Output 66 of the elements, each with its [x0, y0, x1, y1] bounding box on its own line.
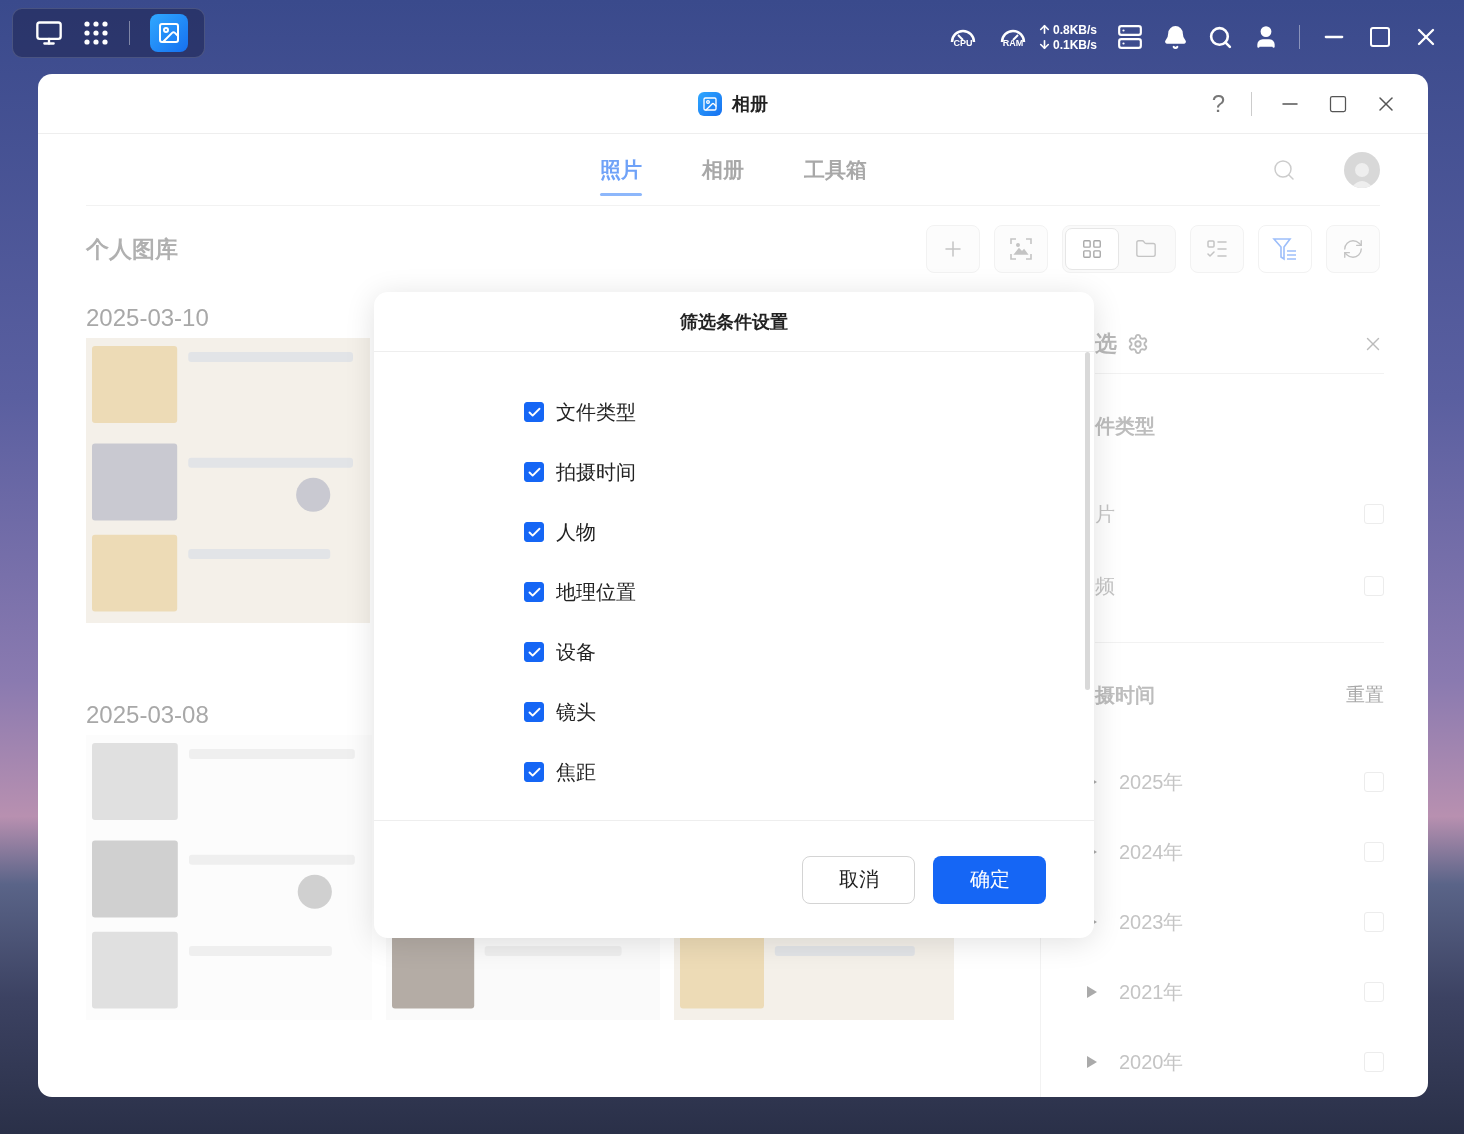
library-title: 个人图库	[86, 234, 178, 264]
date-heading: 2025-03-08	[86, 700, 209, 730]
option-label: 地理位置	[556, 579, 636, 605]
folder-icon	[1135, 238, 1157, 260]
year-label: 2021年	[1119, 979, 1184, 1005]
checkbox[interactable]	[524, 762, 544, 782]
year-label: 2020年	[1119, 1049, 1184, 1075]
scan-image-button[interactable]	[994, 225, 1048, 273]
panel-title: 选	[1095, 329, 1117, 358]
year-label: 2024年	[1119, 839, 1184, 865]
option-label: 文件类型	[556, 399, 636, 425]
upload-speed: 0.8KB/s	[1052, 22, 1097, 37]
filter-option-label: 频	[1095, 573, 1115, 599]
search-icon[interactable]	[1208, 24, 1233, 50]
option-label: 人物	[556, 519, 596, 545]
avatar[interactable]	[1344, 151, 1380, 188]
checkbox[interactable]	[524, 522, 544, 542]
help-button[interactable]: ?	[1211, 89, 1225, 118]
bell-icon[interactable]	[1163, 24, 1188, 50]
section-title: 件类型	[1095, 413, 1155, 439]
filter-icon	[1272, 237, 1298, 261]
option-label: 设备	[556, 639, 596, 665]
maximize-icon[interactable]	[1368, 25, 1392, 49]
checkbox[interactable]	[524, 582, 544, 602]
photos-app-icon[interactable]	[150, 14, 188, 52]
confirm-button[interactable]: 确定	[933, 855, 1046, 904]
date-heading: 2025-03-10	[86, 303, 209, 333]
scrollbar[interactable]	[1085, 352, 1090, 690]
year-label: 2025年	[1119, 769, 1184, 795]
dialog-title: 筛选条件设置	[680, 310, 788, 334]
refresh-button[interactable]	[1326, 225, 1380, 273]
window-title: 相册	[732, 92, 768, 116]
reset-button[interactable]: 重置	[1346, 682, 1384, 708]
option-label: 镜头	[556, 699, 596, 725]
filter-button[interactable]	[1258, 225, 1312, 273]
ram-gauge[interactable]: RAM	[997, 26, 1028, 48]
server-icon[interactable]	[1117, 24, 1143, 50]
section-title: 摄时间	[1095, 682, 1155, 708]
maximize-icon[interactable]	[1328, 93, 1348, 114]
scan-image-icon	[1010, 238, 1032, 260]
add-button[interactable]	[926, 225, 980, 273]
year-label: 2023年	[1119, 909, 1184, 935]
option-label: 拍摄时间	[556, 459, 636, 485]
download-speed: 0.1KB/s	[1052, 37, 1097, 52]
caret-icon[interactable]	[1087, 986, 1097, 998]
checkbox[interactable]	[524, 402, 544, 422]
download-icon	[1037, 38, 1051, 51]
settings-icon[interactable]	[1127, 332, 1149, 355]
caret-icon[interactable]	[1087, 1056, 1097, 1068]
photos-app-icon	[698, 91, 722, 116]
tab[interactable]: 相册	[701, 147, 744, 192]
refresh-icon	[1342, 238, 1364, 260]
checkbox[interactable]	[524, 642, 544, 662]
upload-icon	[1037, 23, 1051, 36]
list-view-button[interactable]	[1190, 225, 1244, 273]
desktop-icon[interactable]	[35, 19, 63, 47]
checkbox[interactable]	[524, 462, 544, 482]
cpu-gauge[interactable]: CPU	[947, 26, 978, 48]
apps-grid-icon[interactable]	[83, 20, 109, 46]
checkbox[interactable]	[524, 702, 544, 722]
grid-icon	[1081, 238, 1103, 260]
cancel-button[interactable]: 取消	[802, 855, 915, 904]
tab[interactable]: 工具箱	[803, 147, 867, 192]
option-label: 焦距	[556, 759, 596, 785]
grid-view-button[interactable]	[1065, 228, 1119, 270]
filter-option-label: 片	[1095, 501, 1115, 527]
